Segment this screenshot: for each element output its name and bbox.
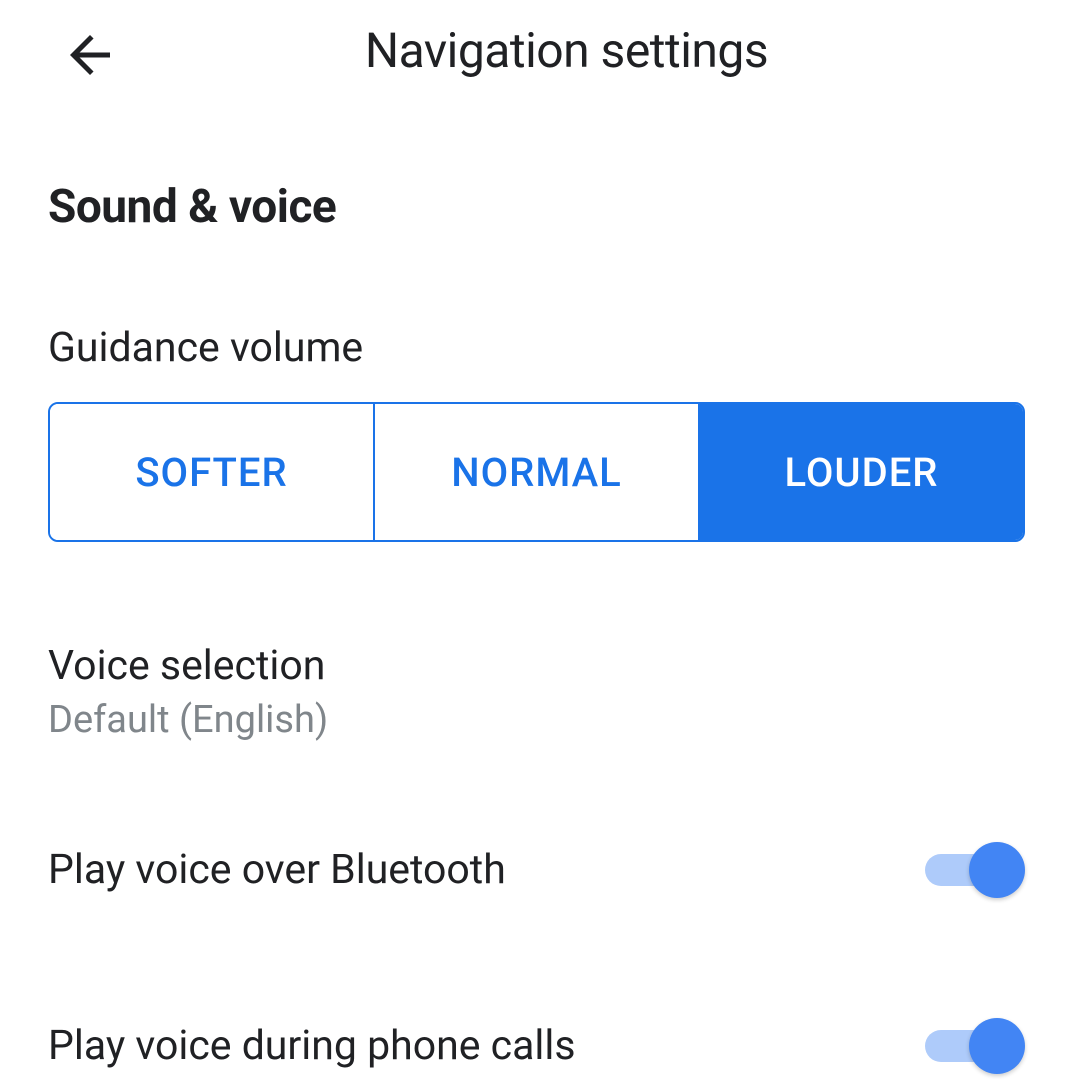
- bluetooth-toggle-row: Play voice over Bluetooth: [48, 842, 1025, 898]
- back-button[interactable]: [60, 25, 120, 89]
- guidance-volume-control: SOFTER NORMAL LOUDER: [48, 402, 1025, 542]
- guidance-volume-label: Guidance volume: [48, 324, 1025, 372]
- voice-selection-title: Voice selection: [48, 642, 1025, 690]
- voice-selection-item[interactable]: Voice selection Default (English): [48, 642, 1025, 742]
- page-title: Navigation settings: [60, 22, 1073, 79]
- toggle-thumb: [969, 1018, 1025, 1074]
- volume-softer-button[interactable]: SOFTER: [50, 404, 375, 540]
- phone-calls-toggle-label: Play voice during phone calls: [48, 1022, 576, 1070]
- phone-calls-toggle[interactable]: [925, 1018, 1025, 1074]
- phone-calls-toggle-row: Play voice during phone calls: [48, 1018, 1025, 1074]
- section-title: Sound & voice: [48, 180, 1025, 234]
- arrow-back-icon: [60, 25, 120, 85]
- toggle-thumb: [969, 842, 1025, 898]
- bluetooth-toggle[interactable]: [925, 842, 1025, 898]
- volume-louder-button[interactable]: LOUDER: [700, 404, 1023, 540]
- volume-normal-button[interactable]: NORMAL: [375, 404, 700, 540]
- header: Navigation settings: [0, 0, 1073, 100]
- content: Sound & voice Guidance volume SOFTER NOR…: [0, 100, 1073, 1074]
- bluetooth-toggle-label: Play voice over Bluetooth: [48, 846, 506, 894]
- voice-selection-subtitle: Default (English): [48, 698, 1025, 742]
